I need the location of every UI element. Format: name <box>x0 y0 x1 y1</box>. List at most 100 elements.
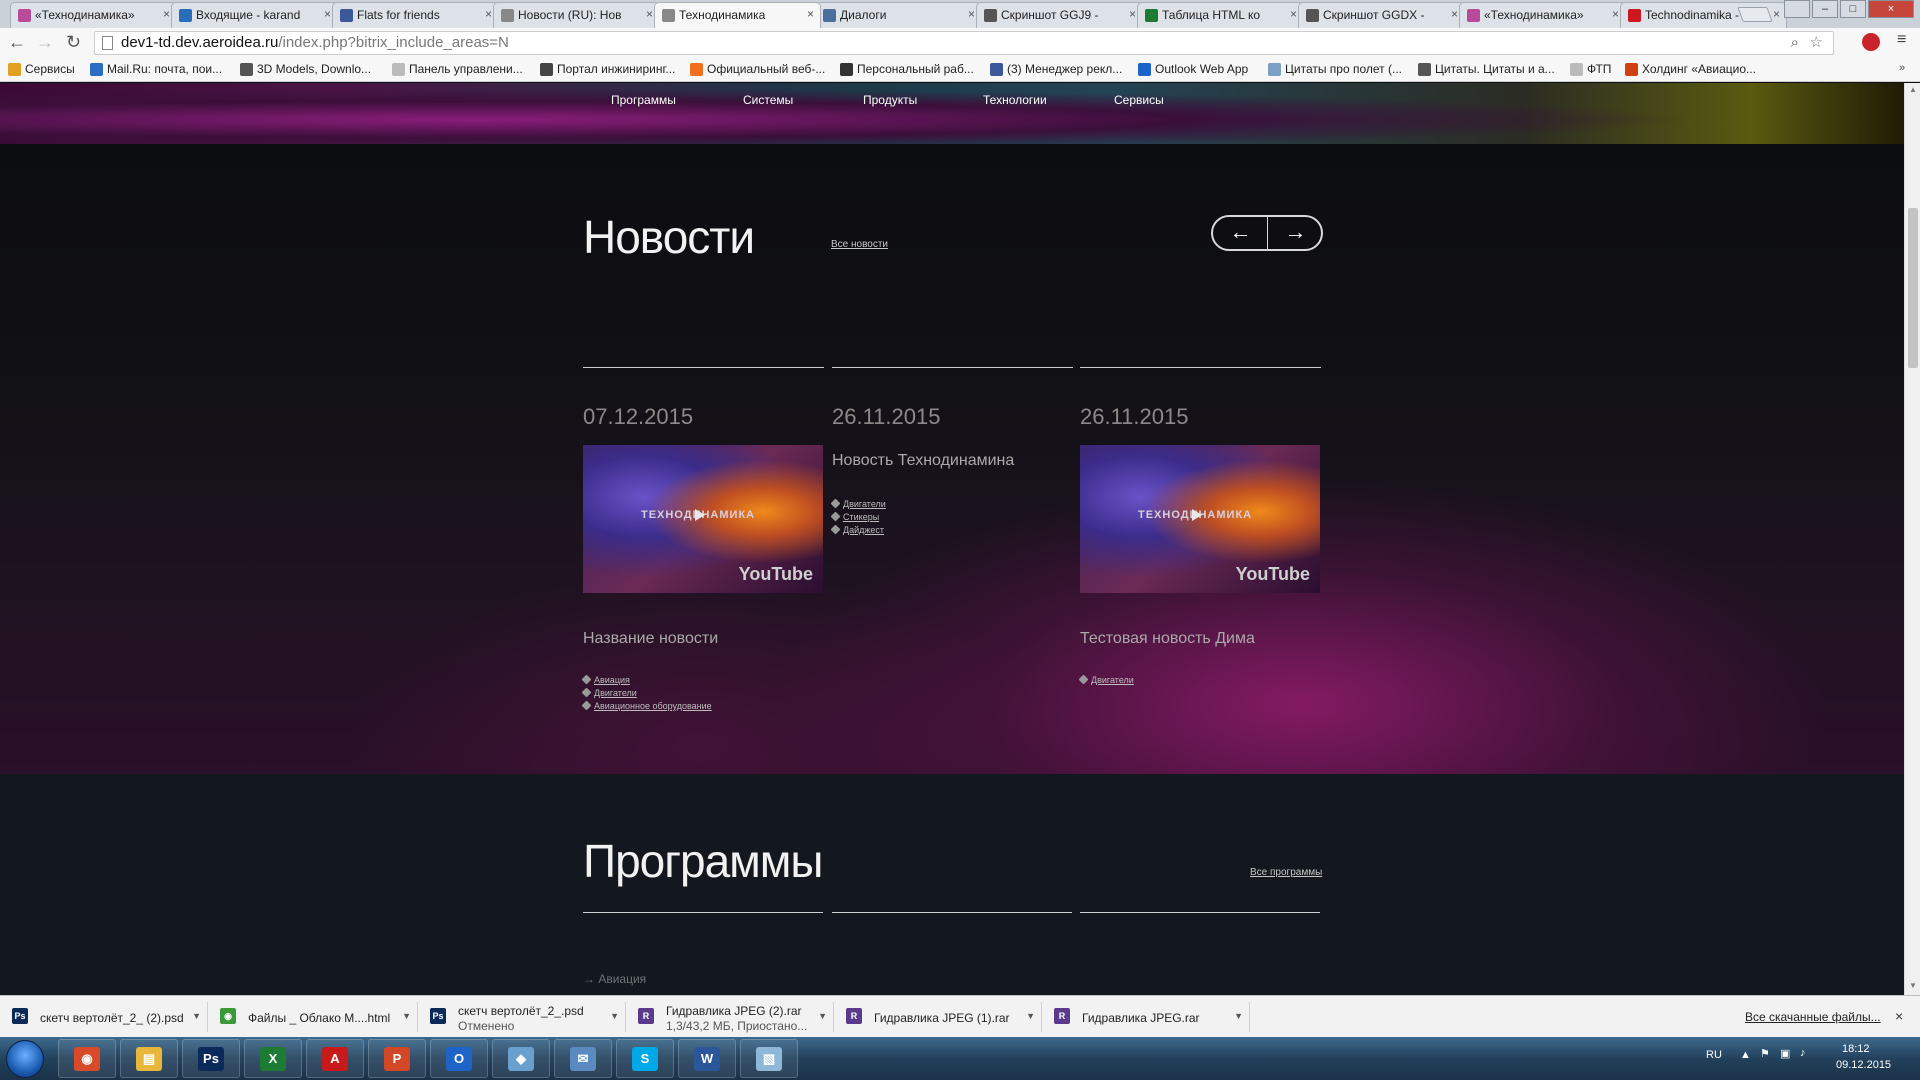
taskbar-app-word[interactable]: W <box>678 1039 736 1078</box>
search-icon[interactable]: ⌕ <box>1791 32 1799 54</box>
news-video-thumbnail[interactable]: ТЕХНОДИНАМИКА YouTube <box>1080 445 1320 593</box>
tab-close-icon[interactable]: × <box>968 7 975 21</box>
taskbar-app-acrobat[interactable]: A <box>306 1039 364 1078</box>
scroll-down-icon[interactable]: ▼ <box>1909 981 1917 990</box>
bookmark-item[interactable]: 3D Models, Downlo... <box>240 62 371 76</box>
more-bookmarks-icon[interactable]: » <box>1899 62 1905 74</box>
bookmark-item[interactable]: ФТП <box>1570 62 1611 76</box>
nav-technologies[interactable]: Технологии <box>983 93 1047 107</box>
taskbar-app-paint[interactable]: ▧ <box>740 1039 798 1078</box>
tab-close-icon[interactable]: × <box>807 7 814 21</box>
bookmark-item[interactable]: Цитаты. Цитаты и а... <box>1418 62 1555 76</box>
close-window-button[interactable]: × <box>1868 0 1914 18</box>
browser-tab[interactable]: «Технодинамика» × <box>10 2 177 28</box>
next-arrow-button[interactable]: → <box>1268 217 1323 249</box>
news-tag[interactable]: Двигатели <box>1078 674 1134 685</box>
bookmark-item[interactable]: Сервисы <box>8 62 75 76</box>
bookmark-item[interactable]: Mail.Ru: почта, пои... <box>90 62 222 76</box>
bookmark-item[interactable]: Outlook Web App <box>1138 62 1248 76</box>
flag-icon[interactable]: ⚑ <box>1760 1047 1770 1060</box>
clock-time[interactable]: 18:12 <box>1842 1043 1870 1055</box>
user-button[interactable] <box>1784 0 1810 18</box>
download-menu-icon[interactable]: ▼ <box>1026 1009 1035 1024</box>
bookmark-item[interactable]: Портал инжиниринг... <box>540 62 675 76</box>
news-tag[interactable]: Авиация <box>581 674 630 685</box>
tab-close-icon[interactable]: × <box>324 7 331 21</box>
nav-products[interactable]: Продукты <box>863 93 917 107</box>
browser-tab[interactable]: Скриншот GGDX - × <box>1298 2 1465 28</box>
news-tag[interactable]: Двигатели <box>581 687 637 698</box>
nav-programs[interactable]: Программы <box>611 93 676 107</box>
scroll-up-icon[interactable]: ▲ <box>1909 85 1917 94</box>
news-title[interactable]: Тестовая новость Дима <box>1080 630 1255 648</box>
browser-tab[interactable]: Таблица HTML ко × <box>1137 2 1304 28</box>
news-video-thumbnail[interactable]: ТЕХНОДИНАМИКА YouTube <box>583 445 823 593</box>
news-tag[interactable]: Дайджест <box>830 524 884 535</box>
download-menu-icon[interactable]: ▼ <box>1234 1009 1243 1024</box>
download-item[interactable]: ◉ Файлы _ Облако M....html ▼ <box>208 1002 418 1032</box>
bookmark-star-icon[interactable]: ☆ <box>1810 32 1823 54</box>
taskbar-app-explorer[interactable]: ▤ <box>120 1039 178 1078</box>
download-menu-icon[interactable]: ▼ <box>402 1009 411 1024</box>
browser-tab[interactable]: Flats for friends × <box>332 2 499 28</box>
tab-close-icon[interactable]: × <box>1612 7 1619 21</box>
news-tag[interactable]: Авиационное оборудование <box>581 700 712 711</box>
taskbar-app-powerpoint[interactable]: P <box>368 1039 426 1078</box>
download-item[interactable]: R Гидравлика JPEG (2).rar 1,3/43,2 МБ, При… <box>626 1002 834 1033</box>
browser-tab[interactable]: Технодинамика × <box>654 2 821 28</box>
clock-date[interactable]: 09.12.2015 <box>1836 1059 1891 1071</box>
bookmark-item[interactable]: Официальный веб-... <box>690 62 825 76</box>
program-list-item[interactable]: → Авиация <box>583 972 646 986</box>
start-button[interactable] <box>6 1040 44 1078</box>
menu-icon[interactable]: ≡ <box>1897 31 1906 49</box>
reload-icon[interactable]: ↻ <box>66 32 81 53</box>
browser-tab[interactable]: Диалоги × <box>815 2 982 28</box>
taskbar-app-chrome[interactable]: ◉ <box>58 1039 116 1078</box>
forward-icon[interactable]: → <box>36 32 54 53</box>
browser-tab[interactable]: Скриншот GGJ9 - × <box>976 2 1143 28</box>
news-tag[interactable]: Двигатели <box>830 498 886 509</box>
language-indicator[interactable]: RU <box>1706 1049 1722 1061</box>
taskbar-app-photoshop[interactable]: Ps <box>182 1039 240 1078</box>
news-title[interactable]: Название новости <box>583 630 718 648</box>
browser-tab[interactable]: Входящие - karand × <box>171 2 338 28</box>
bookmark-item[interactable]: Холдинг «Авиацио... <box>1625 62 1756 76</box>
maximize-button[interactable]: □ <box>1840 0 1866 18</box>
taskbar-app-app-blue[interactable]: ◆ <box>492 1039 550 1078</box>
play-icon[interactable] <box>695 509 705 521</box>
back-icon[interactable]: ← <box>8 32 26 53</box>
minimize-button[interactable]: – <box>1812 0 1838 18</box>
page-scrollbar[interactable]: ▲ ▼ <box>1904 83 1920 995</box>
taskbar-app-app-mail[interactable]: ✉ <box>554 1039 612 1078</box>
tab-close-icon[interactable]: × <box>1290 7 1297 21</box>
scrollbar-thumb[interactable] <box>1908 208 1918 368</box>
bookmark-item[interactable]: Панель управлени... <box>392 62 523 76</box>
tab-close-icon[interactable]: × <box>163 7 170 21</box>
tab-close-icon[interactable]: × <box>646 7 653 21</box>
tab-close-icon[interactable]: × <box>485 7 492 21</box>
close-downloads-icon[interactable]: × <box>1895 1008 1903 1024</box>
taskbar-app-outlook[interactable]: O <box>430 1039 488 1078</box>
nav-systems[interactable]: Системы <box>743 93 793 107</box>
tray-arrow-icon[interactable]: ▲ <box>1740 1049 1751 1061</box>
download-menu-icon[interactable]: ▼ <box>192 1009 201 1024</box>
bookmark-item[interactable]: Персональный раб... <box>840 62 974 76</box>
download-item[interactable]: Ps скетч вертолёт_2_.psd Отменено ▼ <box>418 1002 626 1033</box>
download-menu-icon[interactable]: ▼ <box>610 1009 619 1024</box>
bookmark-item[interactable]: Цитаты про полет (... <box>1268 62 1402 76</box>
news-tag[interactable]: Стикеры <box>830 511 879 522</box>
download-menu-icon[interactable]: ▼ <box>818 1009 827 1024</box>
all-news-link[interactable]: Все новости <box>831 239 888 250</box>
extension-icon[interactable] <box>1862 33 1880 51</box>
download-item[interactable]: Ps скетч вертолёт_2_ (2).psd ▼ <box>0 1002 208 1032</box>
bookmark-item[interactable]: (3) Менеджер рекл... <box>990 62 1122 76</box>
tab-close-icon[interactable]: × <box>1773 7 1780 21</box>
browser-tab[interactable]: Новости (RU): Нов × <box>493 2 660 28</box>
play-icon[interactable] <box>1192 509 1202 521</box>
all-programs-link[interactable]: Все программы <box>1250 867 1322 878</box>
volume-icon[interactable]: ♪ <box>1800 1047 1806 1059</box>
tab-close-icon[interactable]: × <box>1129 7 1136 21</box>
new-tab-button[interactable] <box>1737 7 1773 22</box>
taskbar-app-skype[interactable]: S <box>616 1039 674 1078</box>
nav-services[interactable]: Сервисы <box>1114 93 1164 107</box>
